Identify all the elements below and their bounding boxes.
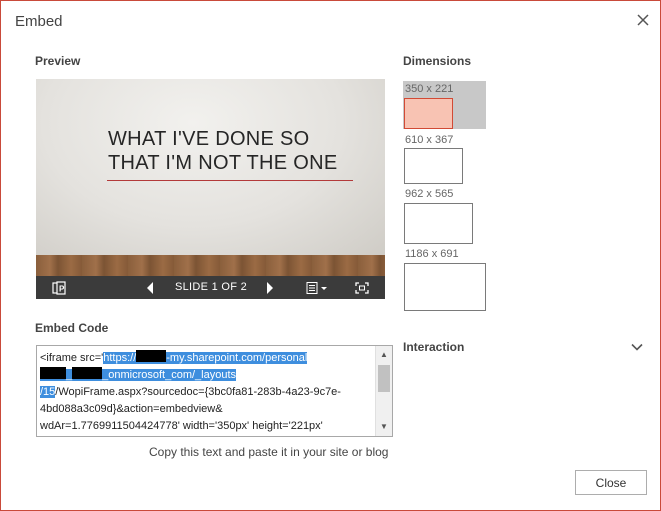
embed-hint-text: Copy this text and paste it in your site…: [149, 445, 389, 459]
code-segment-selected: _ _onmicrosoft_com/_layouts: [40, 367, 237, 381]
code-segment: <iframe src=': [40, 352, 104, 364]
embed-code-text: <iframe src='https:// -my.sharepoint.com/…: [40, 350, 375, 435]
scrollbar-thumb[interactable]: [378, 365, 390, 392]
code-segment: https://: [103, 352, 137, 364]
dimension-option-label: 350 x 221: [405, 83, 454, 95]
dimension-option-label: 610 x 367: [405, 134, 454, 146]
scroll-down-icon[interactable]: ▼: [376, 420, 392, 434]
slide-floor-image: [36, 255, 385, 276]
close-button[interactable]: Close: [575, 470, 647, 495]
dimensions-label: Dimensions: [403, 54, 472, 68]
dimension-option-350x221[interactable]: [404, 98, 453, 129]
slide-title-line1: WHAT I'VE DONE SO: [108, 128, 310, 150]
slide-preview: WHAT I'VE DONE SO THAT I'M NOT THE ONE P…: [36, 79, 385, 299]
dimension-option-962x565[interactable]: [404, 203, 473, 244]
dialog-title: Embed: [15, 13, 63, 30]
embed-dialog: Embed Preview WHAT I'VE DONE SO THAT I'M…: [0, 0, 661, 511]
redaction-bar: [136, 350, 167, 362]
slide-title-line2: THAT I'M NOT THE ONE: [108, 152, 338, 174]
slide-canvas: WHAT I'VE DONE SO THAT I'M NOT THE ONE: [36, 79, 385, 255]
embed-code-label: Embed Code: [35, 321, 109, 335]
code-segment: -my.sharepoint.com/personal: [166, 352, 308, 364]
fullscreen-icon[interactable]: [352, 276, 372, 299]
slide-title-underline: [107, 180, 353, 181]
code-segment: wdAr=1.7769911504424778' width='350px' h…: [40, 420, 323, 432]
vertical-scrollbar[interactable]: ▲ ▼: [375, 346, 392, 436]
code-segment-selected: https:// -my.sharepoint.com/personal: [103, 350, 308, 364]
powerpoint-icon[interactable]: P: [50, 276, 68, 299]
dimension-option-label: 962 x 565: [405, 188, 454, 200]
chevron-down-icon[interactable]: [630, 340, 644, 354]
close-icon[interactable]: [633, 10, 653, 30]
svg-text:P: P: [59, 284, 65, 293]
slide-counter: SLIDE 1 OF 2: [174, 281, 248, 293]
prev-slide-icon[interactable]: [142, 276, 158, 299]
code-segment: /WopiFrame.aspx?sourcedoc={3bc0fa81-283b…: [55, 386, 341, 398]
preview-label: Preview: [35, 54, 81, 68]
code-segment: 4bd088a3c09d}&action=embedview&: [40, 403, 223, 415]
interaction-label[interactable]: Interaction: [403, 340, 464, 354]
redaction-bar: [72, 367, 103, 379]
code-segment-selected: /15: [40, 386, 56, 398]
notes-menu-icon[interactable]: [304, 276, 330, 299]
embed-code-textarea[interactable]: <iframe src='https:// -my.sharepoint.com/…: [36, 345, 393, 437]
code-segment: _onmicrosoft_com/_layouts: [102, 369, 237, 381]
scroll-up-icon[interactable]: ▲: [376, 348, 392, 362]
slide-title: WHAT I'VE DONE SO THAT I'M NOT THE ONE: [108, 127, 368, 175]
next-slide-icon[interactable]: [262, 276, 278, 299]
dimension-option-1186x691[interactable]: [404, 263, 486, 311]
preview-controls: P SLIDE 1 OF 2: [36, 276, 385, 299]
dimension-option-label: 1186 x 691: [405, 248, 459, 260]
redaction-bar: [40, 367, 66, 379]
dimension-option-610x367[interactable]: [404, 148, 463, 184]
